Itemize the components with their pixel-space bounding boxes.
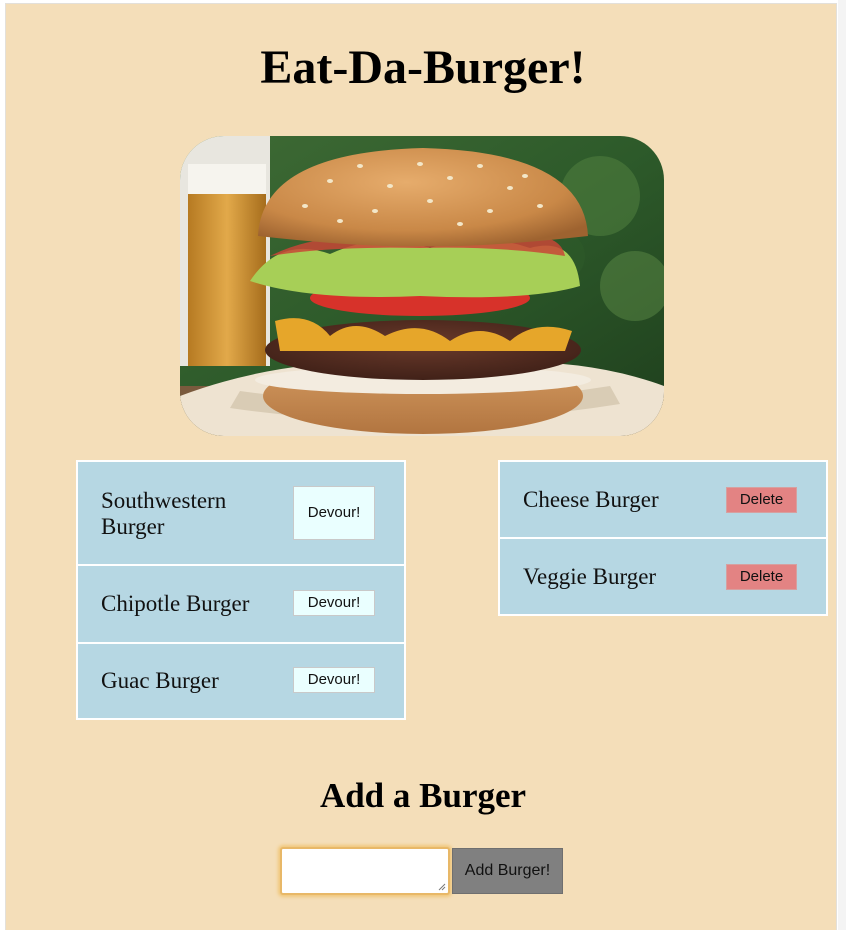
delete-button[interactable]: Delete: [726, 487, 797, 513]
burger-name-input[interactable]: [280, 847, 450, 895]
devour-button[interactable]: Devour!: [293, 486, 375, 540]
devour-button[interactable]: Devour!: [293, 667, 375, 693]
burger-name: Veggie Burger: [523, 564, 657, 589]
burger-name: Chipotle Burger: [101, 591, 250, 616]
burger-name: Southwestern Burger: [101, 488, 227, 539]
devour-button[interactable]: Devour!: [293, 590, 375, 616]
list-item: Veggie Burger Delete: [498, 537, 828, 616]
page-title: Eat-Da-Burger!: [260, 41, 586, 94]
burger-name: Guac Burger: [101, 668, 219, 693]
add-burger-button[interactable]: Add Burger!: [452, 848, 563, 894]
uneaten-burger-list: Southwestern Burger Devour! Chipotle Bur…: [76, 460, 406, 720]
burger-image: [180, 136, 664, 436]
list-item: Chipotle Burger Devour!: [76, 564, 406, 644]
resize-grip-icon[interactable]: [438, 883, 446, 891]
delete-button[interactable]: Delete: [726, 564, 797, 590]
devoured-burger-list: Cheese Burger Delete Veggie Burger Delet…: [498, 460, 828, 616]
list-item: Cheese Burger Delete: [498, 460, 828, 539]
burger-name: Cheese Burger: [523, 487, 659, 512]
add-burger-heading: Add a Burger: [319, 776, 527, 815]
list-item: Guac Burger Devour!: [76, 642, 406, 720]
list-item: Southwestern Burger Devour!: [76, 460, 406, 566]
